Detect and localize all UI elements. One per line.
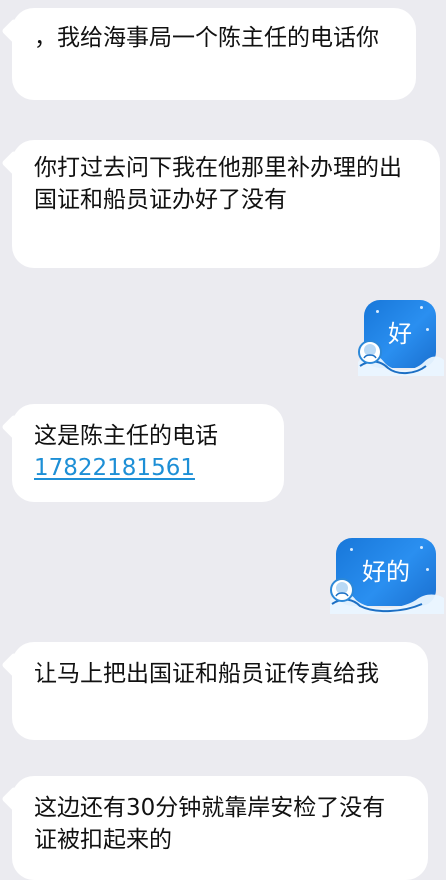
sparkle-icon bbox=[376, 310, 379, 313]
sparkle-icon bbox=[420, 546, 423, 549]
message-text: 这边还有30分钟就靠岸安检了没有证被扣起来的 bbox=[34, 795, 386, 853]
incoming-message-bubble[interactable]: ，我给海事局一个陈主任的电话你 bbox=[12, 8, 416, 100]
message-text: 好的 bbox=[362, 558, 410, 586]
message-text: ，我给海事局一个陈主任的电话你 bbox=[34, 25, 379, 51]
incoming-message-bubble[interactable]: 这是陈主任的电话 17822181561 bbox=[12, 404, 284, 502]
message-text: 这是陈主任的电话 bbox=[34, 423, 218, 449]
chat-thread: ，我给海事局一个陈主任的电话你 你打过去问下我在他那里补办理的出国证和船员证办好… bbox=[0, 0, 446, 880]
sparkle-icon bbox=[420, 306, 423, 309]
message-text: 好 bbox=[388, 320, 412, 348]
incoming-message-bubble[interactable]: 让马上把出国证和船员证传真给我 bbox=[12, 642, 428, 740]
phone-number-link[interactable]: 17822181561 bbox=[34, 452, 262, 484]
incoming-message-bubble[interactable]: 你打过去问下我在他那里补办理的出国证和船员证办好了没有 bbox=[12, 140, 440, 268]
sparkle-icon bbox=[426, 568, 429, 571]
incoming-message-bubble[interactable]: 这边还有30分钟就靠岸安检了没有证被扣起来的 bbox=[12, 776, 428, 880]
sparkle-icon bbox=[350, 548, 353, 551]
message-text: 让马上把出国证和船员证传真给我 bbox=[34, 661, 379, 687]
outgoing-message-bubble[interactable]: 好 bbox=[358, 300, 444, 376]
message-text: 你打过去问下我在他那里补办理的出国证和船员证办好了没有 bbox=[34, 155, 402, 213]
sparkle-icon bbox=[426, 328, 429, 331]
outgoing-message-bubble[interactable]: 好的 bbox=[330, 538, 444, 614]
